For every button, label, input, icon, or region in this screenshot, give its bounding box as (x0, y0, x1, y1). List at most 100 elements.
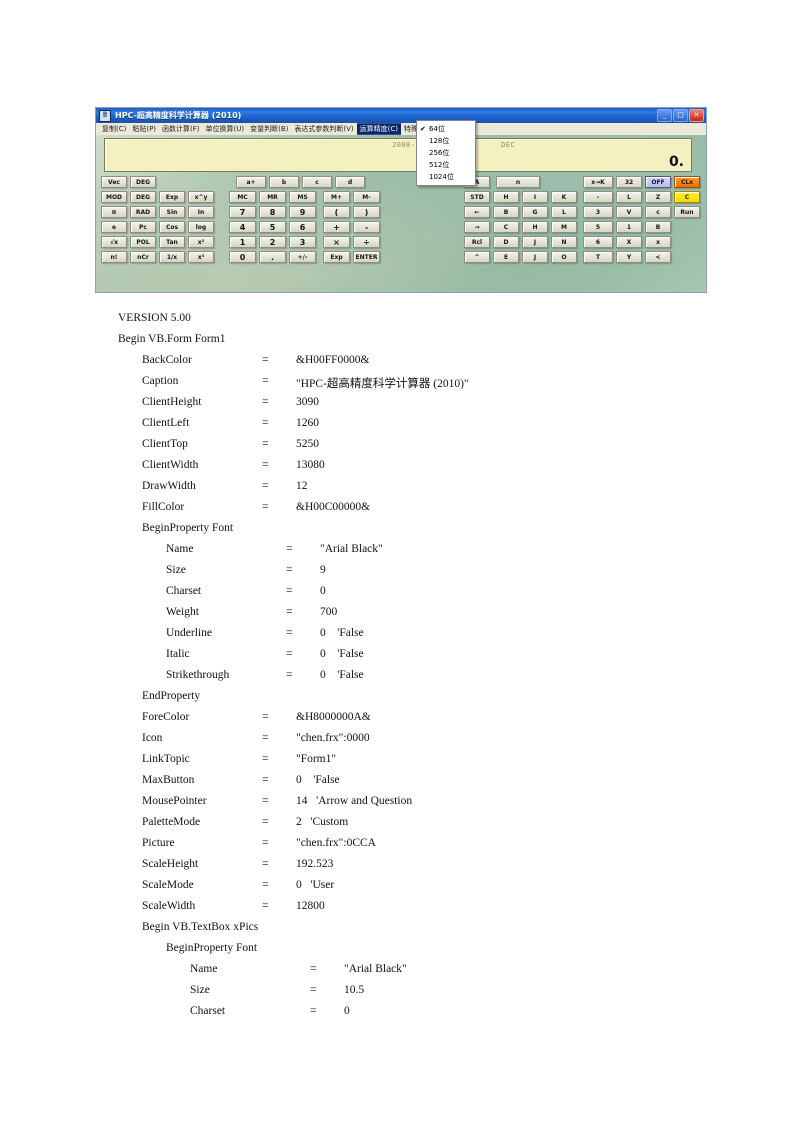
calc-key-key-69[interactable]: × (323, 236, 350, 248)
window-titlebar[interactable]: 🖩 HPC-超高精度科学计算器 (2010) _ □ ✕ (96, 108, 706, 123)
calc-key-t-91[interactable]: T (583, 251, 613, 263)
calc-key-mod-12[interactable]: MOD (101, 191, 127, 203)
calc-key-b-61[interactable]: B (645, 221, 671, 233)
calc-key-a-2[interactable]: a+ (236, 176, 266, 188)
calc-key-exp-14[interactable]: Exp (159, 191, 185, 203)
calc-key-m-19[interactable]: M+ (323, 191, 350, 203)
precision-option-2[interactable]: 256位 (417, 147, 475, 159)
calc-key-key-53[interactable]: + (323, 221, 350, 233)
calc-key-x-62[interactable]: √x (101, 236, 127, 248)
calc-key-n-78[interactable]: n! (101, 251, 127, 263)
calc-key-key-37[interactable]: ) (353, 206, 380, 218)
calc-key-b-39[interactable]: B (493, 206, 519, 218)
calc-key-0-82[interactable]: 0 (229, 251, 256, 263)
calc-key-ncr-79[interactable]: nCr (130, 251, 156, 263)
calc-key-l-41[interactable]: L (551, 206, 577, 218)
minimize-button[interactable]: _ (657, 109, 672, 122)
calc-key-o-90[interactable]: O (551, 251, 577, 263)
calc-key-key-55[interactable]: → (464, 221, 490, 233)
calc-key-1-x-80[interactable]: 1/x (159, 251, 185, 263)
calc-key-key-84[interactable]: +/- (289, 251, 316, 263)
menu-item-3[interactable]: 单位换算(U) (203, 123, 248, 135)
calc-key-h-22[interactable]: H (493, 191, 519, 203)
calc-key-j-73[interactable]: J (522, 236, 548, 248)
calc-key-x-81[interactable]: x³ (188, 251, 214, 263)
calc-key-ms-18[interactable]: MS (289, 191, 316, 203)
calc-key-std-21[interactable]: STD (464, 191, 490, 203)
calc-key-d-5[interactable]: d (335, 176, 365, 188)
calc-key-deg-13[interactable]: DEG (130, 191, 156, 203)
calc-key-3-42[interactable]: 3 (583, 206, 613, 218)
calc-key-sin-31[interactable]: Sin (159, 206, 185, 218)
calc-key-mr-17[interactable]: MR (259, 191, 286, 203)
calc-key-deg-1[interactable]: DEG (130, 176, 156, 188)
calc-key-3-68[interactable]: 3 (289, 236, 316, 248)
menu-item-5[interactable]: 表达式参数判断(V) (291, 123, 356, 135)
calc-key-rad-30[interactable]: RAD (130, 206, 156, 218)
calc-key-5-59[interactable]: 5 (583, 221, 613, 233)
calc-key-1-66[interactable]: 1 (229, 236, 256, 248)
calc-key-x-77[interactable]: x (645, 236, 671, 248)
calc-key-c-56[interactable]: C (493, 221, 519, 233)
menu-item-6[interactable]: 运算精度(C) (356, 123, 402, 135)
calc-key-j-89[interactable]: J (522, 251, 548, 263)
calc-key-key-25[interactable]: - (583, 191, 613, 203)
calc-key-7-33[interactable]: 7 (229, 206, 256, 218)
calc-key-key-87[interactable]: ^ (464, 251, 490, 263)
calc-key-off-10[interactable]: OFF (645, 176, 671, 188)
calc-key-pol-63[interactable]: POL (130, 236, 156, 248)
calc-key-key-70[interactable]: ÷ (353, 236, 380, 248)
calc-key-x-y-15[interactable]: x^y (188, 191, 214, 203)
calc-key-vec-0[interactable]: Vec (101, 176, 127, 188)
calc-key-x-76[interactable]: X (616, 236, 642, 248)
precision-option-0[interactable]: ✔ 64位 (417, 123, 475, 135)
calc-key-mc-16[interactable]: MC (229, 191, 256, 203)
precision-option-4[interactable]: 1024位 (417, 171, 475, 183)
calc-key-6-52[interactable]: 6 (289, 221, 316, 233)
calc-key-y-92[interactable]: Y (616, 251, 642, 263)
calc-key-x-65[interactable]: x² (188, 236, 214, 248)
close-button[interactable]: ✕ (689, 109, 704, 122)
calc-key-run-45[interactable]: Run (674, 206, 700, 218)
menu-item-1[interactable]: 粘贴(P) (129, 123, 159, 135)
calc-key-x-k-8[interactable]: x→K (583, 176, 613, 188)
calc-key-key-93[interactable]: < (645, 251, 671, 263)
calc-key-n-7[interactable]: n (496, 176, 540, 188)
calc-key-n-74[interactable]: N (551, 236, 577, 248)
calc-key-8-34[interactable]: 8 (259, 206, 286, 218)
calc-key-log-49[interactable]: log (188, 221, 214, 233)
menu-item-2[interactable]: 函数计算(F) (159, 123, 203, 135)
calc-key-key-38[interactable]: ← (464, 206, 490, 218)
calc-key-e-46[interactable]: e (101, 221, 127, 233)
calc-key-2-67[interactable]: 2 (259, 236, 286, 248)
calc-key-key-29[interactable]: π (101, 206, 127, 218)
precision-option-3[interactable]: 512位 (417, 159, 475, 171)
calc-key-e-88[interactable]: E (493, 251, 519, 263)
calc-key-c-4[interactable]: c (302, 176, 332, 188)
calculator-display[interactable]: 2008-11-7 10:34:14 DEC 0. (104, 138, 692, 172)
calc-key-5-51[interactable]: 5 (259, 221, 286, 233)
calc-key-9-35[interactable]: 9 (289, 206, 316, 218)
calc-key-cos-48[interactable]: Cos (159, 221, 185, 233)
calc-key-1-60[interactable]: 1 (616, 221, 642, 233)
calc-key-rcl-71[interactable]: Rcl (464, 236, 490, 248)
calc-key-tan-64[interactable]: Tan (159, 236, 185, 248)
calc-key-key-36[interactable]: ( (323, 206, 350, 218)
calc-key-c-28[interactable]: C (674, 191, 700, 203)
calc-key-clx-11[interactable]: CLx (674, 176, 700, 188)
menu-item-4[interactable]: 变量判断(B) (247, 123, 291, 135)
calc-key-z-27[interactable]: Z (645, 191, 671, 203)
calc-key-d-72[interactable]: D (493, 236, 519, 248)
calc-key-h-57[interactable]: H (522, 221, 548, 233)
calc-key-4-50[interactable]: 4 (229, 221, 256, 233)
menu-item-0[interactable]: 复制(C) (99, 123, 129, 135)
calc-key-g-40[interactable]: G (522, 206, 548, 218)
calc-key-key-54[interactable]: - (353, 221, 380, 233)
calc-key-exp-85[interactable]: Exp (323, 251, 350, 263)
calc-key-enter-86[interactable]: ENTER (353, 251, 380, 263)
calc-key-b-3[interactable]: b (269, 176, 299, 188)
calc-key-in-32[interactable]: In (188, 206, 214, 218)
calc-key-key-83[interactable]: . (259, 251, 286, 263)
calc-key-v-43[interactable]: V (616, 206, 642, 218)
calc-key-l-26[interactable]: L (616, 191, 642, 203)
